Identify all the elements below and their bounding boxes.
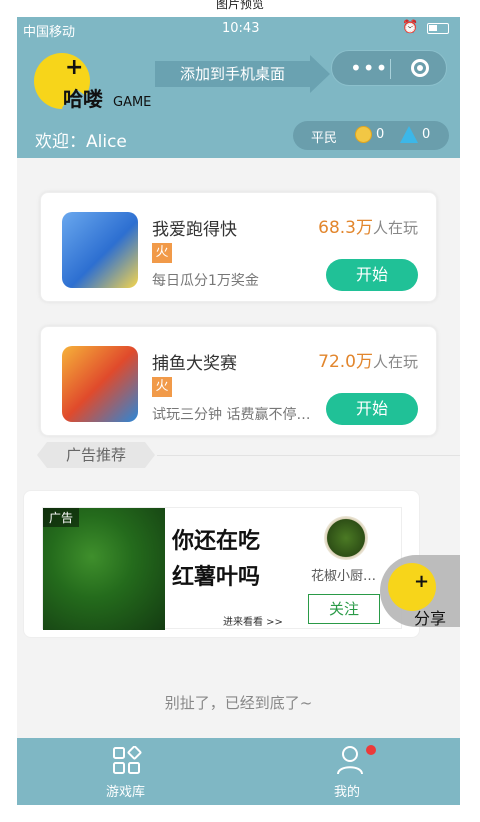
- player-count-suffix: 人在玩: [372, 353, 418, 371]
- phone-screen: 中国移动 10:43 ⏰ + 哈喽 GAME 添加到手机桌面 ••• 欢迎：Al…: [17, 17, 460, 805]
- add-to-desktop-banner[interactable]: 添加到手机桌面: [155, 61, 310, 87]
- ad-headline-line2: 红薯叶吗: [172, 565, 261, 590]
- gem-count: 0: [422, 127, 431, 142]
- ad-section-label: 广告推荐: [37, 442, 155, 468]
- logo-game-text: GAME: [113, 95, 152, 110]
- start-button[interactable]: 开始: [326, 259, 418, 291]
- shop-name: 花椒小厨…: [311, 569, 377, 584]
- game-desc: 每日瓜分1万奖金: [152, 273, 259, 289]
- battery-icon: [427, 23, 449, 34]
- diamond-icon: [400, 126, 418, 143]
- alarm-icon: ⏰: [402, 20, 419, 35]
- game-desc: 试玩三分钟 话费赢不停…: [152, 407, 311, 423]
- coin-icon: [355, 126, 372, 143]
- close-ring-icon[interactable]: [411, 59, 429, 77]
- capsule-divider: [390, 59, 391, 79]
- share-button[interactable]: + 分享: [380, 555, 460, 628]
- follow-button[interactable]: 关注: [308, 594, 380, 624]
- more-dots-icon[interactable]: •••: [350, 56, 388, 80]
- welcome-text: 欢迎：Alice: [35, 132, 127, 152]
- shark-fishing-game-icon: [62, 346, 138, 422]
- game-title: 捕鱼大奖赛: [152, 354, 237, 374]
- profile-icon[interactable]: [335, 744, 365, 776]
- tab-mine[interactable]: 我的: [334, 781, 360, 800]
- tab-bar: 游戏库 我的: [17, 738, 460, 805]
- player-count-suffix: 人在玩: [372, 219, 418, 237]
- ad-card[interactable]: 广告 你还在吃 红薯叶吗 进来看看 >> 花椒小厨… 关注: [23, 490, 420, 638]
- player-count-number: 72.0万: [318, 352, 373, 372]
- window-title: 图片预览: [215, 0, 264, 11]
- game-library-icon[interactable]: [112, 746, 142, 776]
- logo-text: 哈喽: [63, 87, 103, 111]
- hot-badge: 火: [152, 243, 172, 263]
- arrow-right-icon: [310, 55, 330, 93]
- rank-label: 平民: [311, 131, 338, 146]
- game-card[interactable]: 我爱跑得快 火 每日瓜分1万奖金 68.3万人在玩 开始: [40, 192, 437, 302]
- logo-plus-icon: +: [65, 55, 84, 80]
- notification-dot: [366, 745, 376, 755]
- user-stats-bar: 平民 0 0: [293, 121, 449, 150]
- player-count-number: 68.3万: [318, 218, 373, 238]
- carrier-label: 中国移动: [23, 25, 76, 40]
- game-title: 我爱跑得快: [152, 220, 237, 240]
- clock: 10:43: [222, 21, 260, 36]
- ad-section-header: 广告推荐: [17, 440, 460, 470]
- divider: [157, 455, 460, 456]
- player-count: 68.3万人在玩: [318, 213, 418, 238]
- ad-headline: 你还在吃 红薯叶吗: [172, 524, 292, 596]
- start-button[interactable]: 开始: [326, 393, 418, 425]
- shop-avatar: [324, 516, 368, 560]
- coin-count: 0: [376, 127, 385, 142]
- ad-more-link[interactable]: 进来看看 >>: [223, 613, 283, 628]
- end-of-list-text: 别扯了，已经到底了~: [164, 694, 313, 712]
- game-card[interactable]: 捕鱼大奖赛 火 试玩三分钟 话费赢不停… 72.0万人在玩 开始: [40, 326, 437, 436]
- mini-program-capsule: •••: [331, 50, 447, 86]
- status-bar: 中国移动 10:43 ⏰: [17, 17, 460, 41]
- share-plus-icon: +: [414, 571, 430, 592]
- player-count: 72.0万人在玩: [318, 347, 418, 372]
- ad-tag: 广告: [43, 508, 80, 527]
- poker-game-icon: [62, 212, 138, 288]
- ad-content[interactable]: 广告 你还在吃 红薯叶吗 进来看看 >> 花椒小厨… 关注: [42, 507, 402, 630]
- share-label: 分享: [414, 609, 447, 628]
- ad-headline-line1: 你还在吃: [172, 529, 261, 554]
- hot-badge: 火: [152, 377, 172, 397]
- tab-game-library[interactable]: 游戏库: [106, 781, 145, 800]
- header: 中国移动 10:43 ⏰ + 哈喽 GAME 添加到手机桌面 ••• 欢迎：Al…: [17, 17, 460, 158]
